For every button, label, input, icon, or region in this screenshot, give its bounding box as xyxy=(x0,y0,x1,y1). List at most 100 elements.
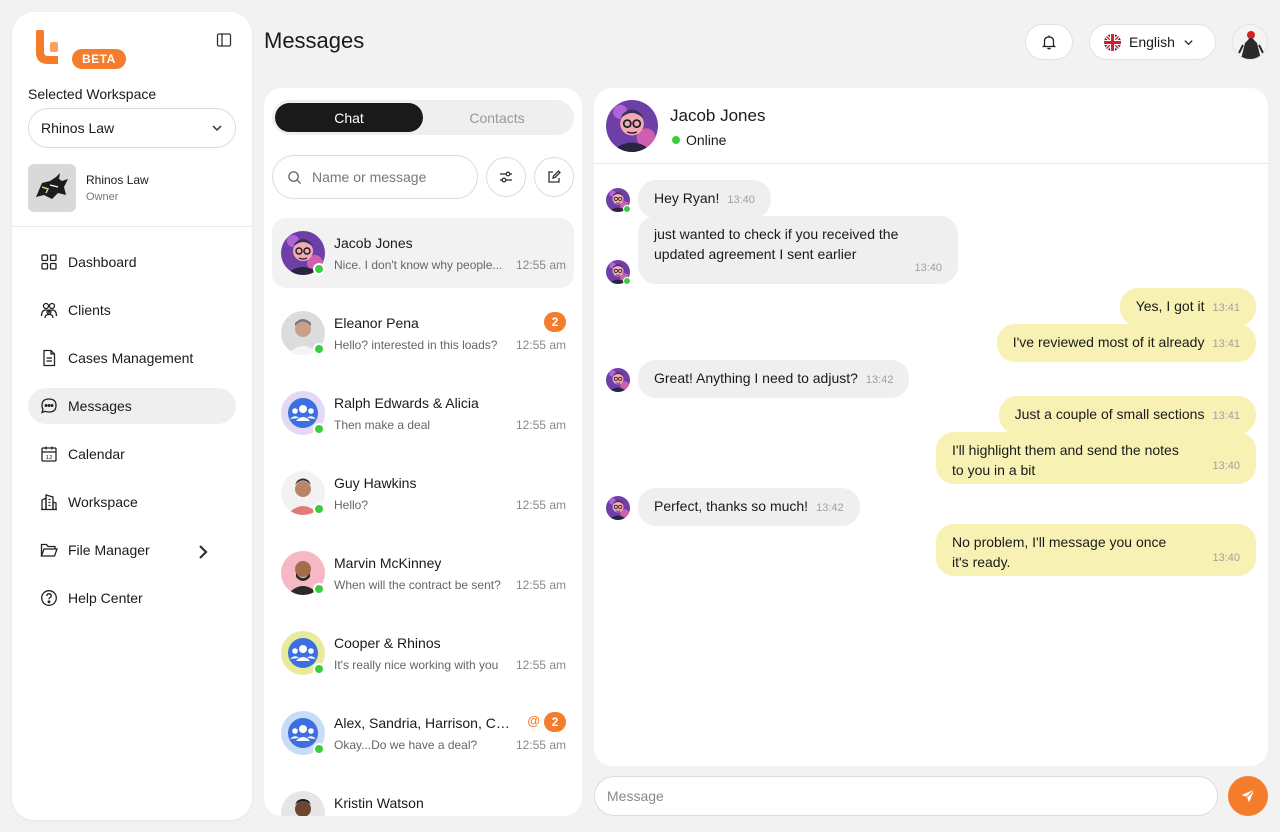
contact-status: Online xyxy=(672,132,726,148)
conversation-item[interactable]: Marvin McKinney When will the contract b… xyxy=(272,538,574,608)
sidebar: BETA Selected Workspace Rhinos Law Rhino… xyxy=(12,12,252,820)
conversation-item[interactable]: Jacob Jones Nice. I don't know why peopl… xyxy=(272,218,574,288)
conversation-name: Alex, Sandria, Harrison, Cooper xyxy=(334,715,516,731)
users-icon xyxy=(40,302,58,319)
message-time: 13:41 xyxy=(1212,410,1240,422)
building-icon xyxy=(41,494,57,511)
search-box xyxy=(272,155,478,199)
nav-dashboard[interactable]: Dashboard xyxy=(28,244,236,280)
chat-tabs: Chat Contacts xyxy=(272,100,574,135)
contact-name: Jacob Jones xyxy=(670,106,766,125)
sidebar-nav: Dashboard Clients Cases Management Messa… xyxy=(28,244,236,628)
send-icon xyxy=(1241,789,1255,803)
message-time: 13:42 xyxy=(865,374,894,386)
nav-help-center[interactable]: Help Center xyxy=(28,580,236,616)
conversation-name: Ralph Edwards & Alicia xyxy=(334,395,479,411)
tab-contacts[interactable]: Contacts xyxy=(423,103,571,132)
workspace-select[interactable]: Rhinos Law xyxy=(28,108,236,148)
nav-calendar[interactable]: 12 Calendar xyxy=(28,436,236,472)
chat-bubble-icon xyxy=(40,398,57,414)
conversation-item[interactable]: Guy Hawkins Hello? 12:55 am xyxy=(272,458,574,528)
filter-button[interactable] xyxy=(486,157,526,197)
conversation-name: Kristin Watson xyxy=(334,795,424,811)
conversation-time: 12:55 am xyxy=(515,738,566,752)
nav-workspace-label: Workspace xyxy=(68,494,138,510)
sidebar-divider xyxy=(12,226,252,227)
search-icon xyxy=(288,170,302,184)
message-time: 13:41 xyxy=(1212,338,1240,350)
conversation-time: 12:55 am xyxy=(515,498,566,512)
conversation-name: Jacob Jones xyxy=(334,235,413,251)
document-icon xyxy=(43,349,56,367)
page-title: Messages xyxy=(264,28,365,53)
svg-text:12: 12 xyxy=(46,455,53,461)
chevron-down-icon xyxy=(212,125,222,132)
conversation-item[interactable]: Alex, Sandria, Harrison, Cooper @ 2 Okay… xyxy=(272,698,574,768)
sidebar-collapse-icon[interactable] xyxy=(216,32,232,48)
online-indicator xyxy=(623,277,631,285)
nav-messages[interactable]: Messages xyxy=(28,388,236,424)
message-text: No problem, I'll message you once it's r… xyxy=(952,534,1167,570)
nav-file-manager-label: File Manager xyxy=(68,542,150,558)
sender-avatar xyxy=(606,496,630,520)
search-input[interactable] xyxy=(312,169,462,185)
message-incoming: Perfect, thanks so much! 13:42 xyxy=(638,488,860,526)
uk-flag-icon xyxy=(1104,33,1121,51)
conversation-name: Cooper & Rhinos xyxy=(334,635,441,651)
online-indicator xyxy=(313,583,325,595)
compose-icon xyxy=(548,170,561,183)
nav-cases-management[interactable]: Cases Management xyxy=(28,340,236,376)
user-avatar[interactable] xyxy=(1232,24,1268,60)
nav-workspace[interactable]: Workspace xyxy=(28,484,236,520)
online-indicator xyxy=(313,423,325,435)
nav-help-center-label: Help Center xyxy=(68,590,143,606)
message-text: I'll highlight them and send the notes t… xyxy=(952,442,1179,478)
online-indicator xyxy=(623,205,631,213)
nav-calendar-label: Calendar xyxy=(68,446,125,462)
tab-chat[interactable]: Chat xyxy=(275,103,423,132)
nav-dashboard-label: Dashboard xyxy=(68,254,137,270)
sender-avatar xyxy=(606,368,630,392)
conversation-item[interactable]: Kristin Watson xyxy=(272,778,574,816)
message-text: Just a couple of small sections xyxy=(1014,406,1205,422)
message-incoming: just wanted to check if you received the… xyxy=(638,216,958,284)
message-time: 13:41 xyxy=(1212,302,1240,314)
online-indicator xyxy=(313,663,325,675)
notifications-button[interactable] xyxy=(1025,24,1073,60)
conversation-preview: Then make a deal xyxy=(334,418,431,432)
message-outgoing: Just a couple of small sections 13:41 xyxy=(998,396,1256,434)
bell-icon xyxy=(1041,35,1057,50)
conversation-preview: Hello? interested in this loads? xyxy=(334,338,498,352)
message-text: Great! Anything I need to adjust? xyxy=(654,370,858,386)
conversation-item[interactable]: Eleanor Pena 2 Hello? interested in this… xyxy=(272,298,574,368)
conversation-time: 12:55 am xyxy=(515,338,566,352)
send-button[interactable] xyxy=(1228,776,1268,816)
chevron-right-icon xyxy=(199,545,208,559)
conversation-item[interactable]: Ralph Edwards & Alicia Then make a deal … xyxy=(272,378,574,448)
contact-avatar[interactable] xyxy=(606,100,658,152)
message-input[interactable] xyxy=(607,788,1205,804)
beta-badge: BETA xyxy=(72,49,126,69)
conversation-panel: Jacob Jones Online Hey Ryan! 13:40 just w… xyxy=(594,88,1268,766)
conversation-preview: When will the contract be sent? xyxy=(334,578,501,592)
chevron-down-icon xyxy=(1184,39,1193,45)
message-time: 13:40 xyxy=(1212,552,1240,564)
unread-badge: 2 xyxy=(544,712,566,732)
workspace-select-value: Rhinos Law xyxy=(41,120,115,136)
workspace-card-role: Owner xyxy=(86,191,119,203)
message-time: 13:40 xyxy=(914,262,942,274)
language-select[interactable]: English xyxy=(1089,24,1216,60)
conversation-item[interactable]: Cooper & Rhinos It's really nice working… xyxy=(272,618,574,688)
message-composer xyxy=(594,776,1218,816)
nav-clients[interactable]: Clients xyxy=(28,292,236,328)
new-message-button[interactable] xyxy=(534,157,574,197)
nav-file-manager[interactable]: File Manager xyxy=(28,532,236,568)
conversation-time: 12:55 am xyxy=(515,658,566,672)
contact-status-label: Online xyxy=(686,132,727,148)
conversation-preview: Hello? xyxy=(334,498,369,512)
message-outgoing: Yes, I got it 13:41 xyxy=(1119,288,1256,326)
conversation-list: Jacob Jones Nice. I don't know why peopl… xyxy=(272,218,574,816)
help-icon xyxy=(41,590,57,606)
conversation-list-panel: Chat Contacts Jacob Jones Nice. I don't … xyxy=(264,88,582,816)
message-text: I've reviewed most of it already xyxy=(1012,334,1205,350)
